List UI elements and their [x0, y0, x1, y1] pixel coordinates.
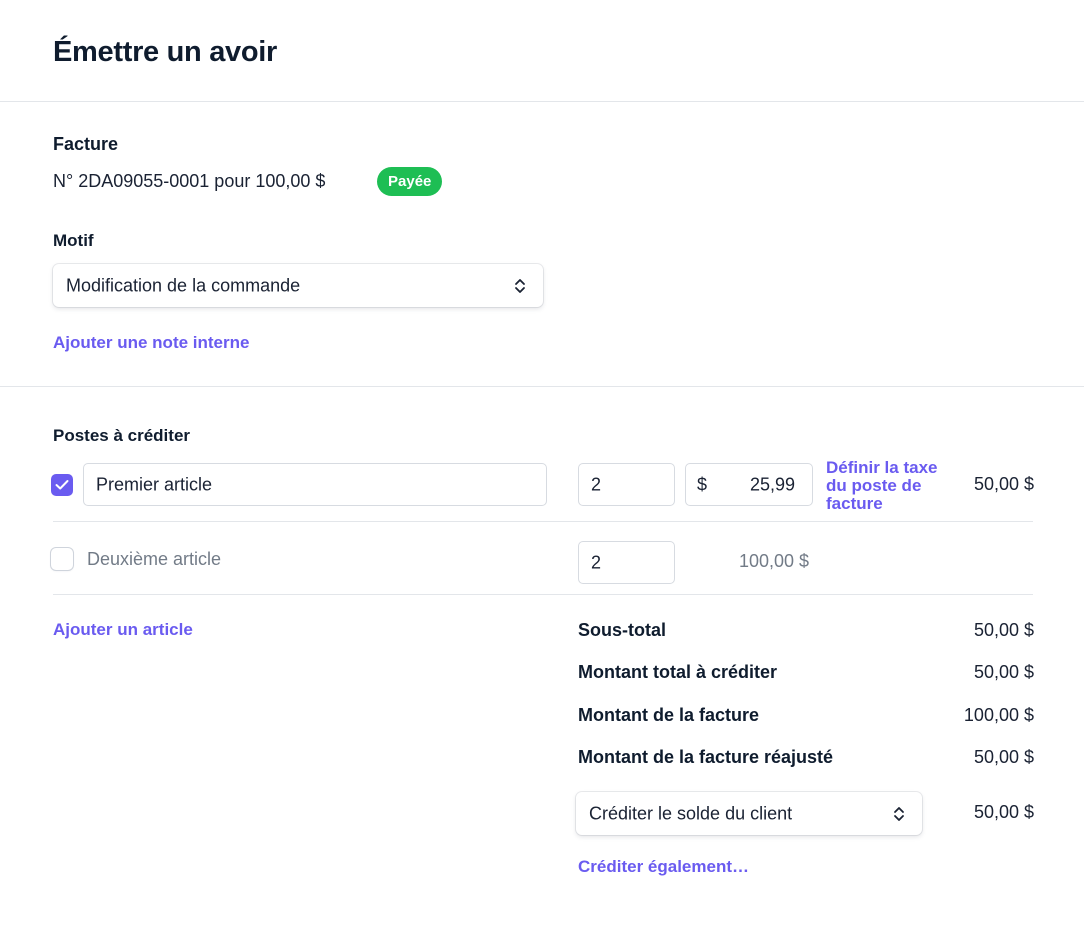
currency-symbol: $	[697, 474, 708, 494]
total-credit-label: Montant total à créditer	[578, 662, 778, 682]
add-internal-note-link[interactable]: Ajouter une note interne	[53, 333, 249, 353]
credit-method-select[interactable]: Créditer le solde du client	[576, 792, 922, 835]
credit-method-value: Créditer le solde du client	[589, 803, 793, 823]
credit-also-link[interactable]: Créditer également…	[578, 857, 749, 877]
page-title: Émettre un avoir	[53, 36, 278, 68]
chevron-up-down-icon	[515, 278, 525, 293]
row-divider	[53, 594, 1033, 595]
item-1-unit-price: 25,99	[749, 474, 795, 494]
subtotal-label: Sous-total	[578, 620, 666, 640]
item-2-checkbox[interactable]	[51, 548, 73, 570]
item-1-set-tax-link[interactable]: Définir la taxe du poste de facture	[826, 459, 956, 513]
invoice-amount-value: 100,00 $	[963, 705, 1034, 725]
item-1-checkbox[interactable]	[51, 474, 73, 496]
item-1-quantity-input[interactable]: 2	[578, 463, 675, 506]
subtotal-value: 50,00 $	[973, 620, 1034, 640]
item-1-name: Premier article	[96, 474, 213, 494]
chevron-up-down-icon	[894, 806, 904, 821]
reason-label: Motif	[53, 231, 94, 250]
item-1-name-input[interactable]: Premier article	[83, 463, 547, 506]
adjusted-amount-value: 50,00 $	[973, 747, 1034, 767]
adjusted-amount-label: Montant de la facture réajusté	[578, 747, 834, 767]
reason-select-value: Modification de la commande	[66, 275, 301, 295]
invoice-description: N° 2DA09055-0001 pour 100,00 $	[53, 171, 326, 191]
line-items-section-label: Postes à créditer	[53, 426, 191, 445]
total-credit-value: 50,00 $	[973, 662, 1034, 682]
item-2-quantity-input[interactable]: 2	[578, 541, 675, 584]
invoice-amount-label: Montant de la facture	[578, 705, 760, 725]
item-1-amount: 50,00 $	[973, 474, 1034, 494]
item-2-amount: 100,00 $	[739, 551, 810, 571]
add-item-link[interactable]: Ajouter un article	[53, 620, 193, 640]
status-badge: Payée	[377, 167, 443, 196]
check-icon	[55, 480, 69, 490]
page-header: Émettre un avoir	[0, 0, 1084, 102]
reason-select[interactable]: Modification de la commande	[53, 264, 543, 307]
item-1-quantity: 2	[591, 474, 602, 494]
credit-method-amount: 50,00 $	[973, 802, 1034, 822]
row-divider	[53, 521, 1033, 522]
invoice-section-label: Facture	[53, 134, 119, 154]
item-1-unit-price-input[interactable]: $ 25,99	[685, 463, 813, 506]
item-2-quantity: 2	[591, 552, 602, 572]
item-2-name: Deuxième article	[87, 549, 222, 569]
section-divider	[0, 386, 1084, 387]
